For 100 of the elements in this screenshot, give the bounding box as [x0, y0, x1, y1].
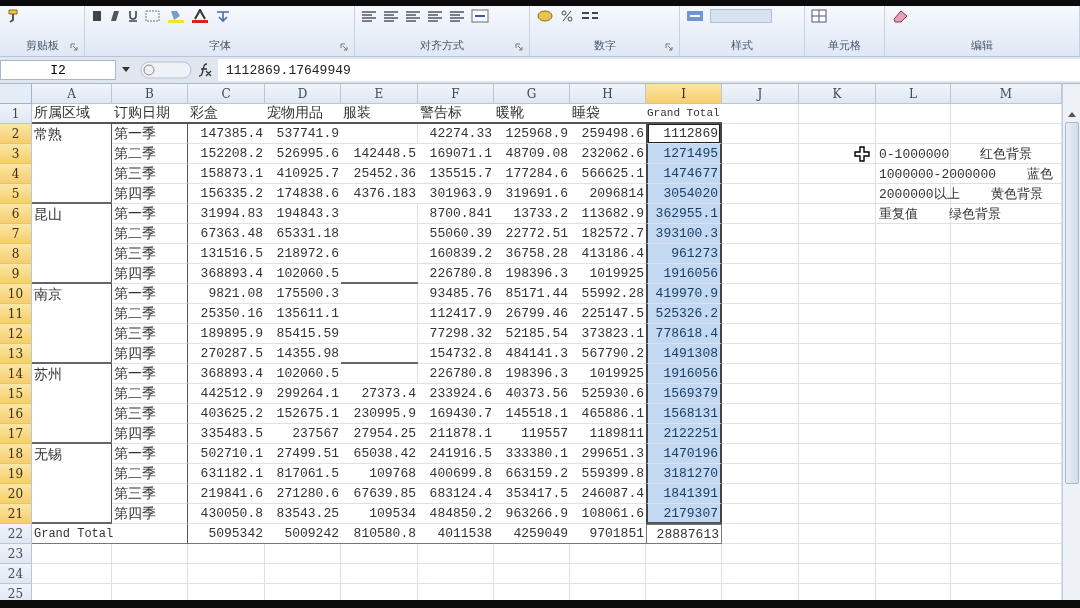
quarter-cell: 第二季	[112, 464, 188, 484]
dropdown-caret-icon[interactable]	[122, 67, 130, 73]
column-header[interactable]: F	[418, 84, 494, 104]
row-header[interactable]: 19	[0, 464, 32, 484]
scroll-up-icon[interactable]	[1066, 110, 1077, 118]
quarter-cell: 第四季	[112, 264, 188, 284]
column-header[interactable]: E	[341, 84, 418, 104]
row-header[interactable]: 15	[0, 384, 32, 404]
row-header[interactable]: 23	[0, 544, 32, 564]
scroll-thumb[interactable]	[1064, 122, 1079, 484]
column-header[interactable]: G	[494, 84, 570, 104]
row-header[interactable]: 10	[0, 284, 32, 304]
row-header[interactable]: 3	[0, 144, 32, 164]
table-cell: 108061.6	[570, 504, 646, 524]
total-cell[interactable]: 1569379	[646, 384, 722, 404]
column-header[interactable]: L	[876, 84, 951, 104]
align-icon[interactable]	[383, 10, 399, 22]
column-header[interactable]: H	[570, 84, 646, 104]
column-header[interactable]: J	[722, 84, 799, 104]
dialog-launcher-icon[interactable]	[515, 43, 523, 51]
column-header[interactable]: A	[32, 84, 112, 104]
row-header[interactable]: 14	[0, 364, 32, 384]
dialog-launcher-icon[interactable]	[665, 43, 673, 51]
row-header[interactable]: 12	[0, 324, 32, 344]
total-cell[interactable]: 1470196	[646, 444, 722, 464]
row-header[interactable]: 20	[0, 484, 32, 504]
column-header[interactable]: K	[799, 84, 876, 104]
total-cell[interactable]: 1474677	[646, 164, 722, 184]
row-header[interactable]: 2	[0, 124, 32, 144]
row-header[interactable]: 11	[0, 304, 32, 324]
row-header[interactable]: 9	[0, 264, 32, 284]
header-cell: 彩盒	[188, 104, 265, 124]
align-icon[interactable]	[427, 10, 443, 22]
formula-field[interactable]: 1112869.17649949	[218, 59, 1080, 81]
quarter-cell: 第一季	[112, 124, 188, 144]
total-cell[interactable]: 3054020	[646, 184, 722, 204]
vertical-scrollbar[interactable]	[1062, 84, 1080, 600]
row-header[interactable]: 7	[0, 224, 32, 244]
name-box[interactable]: I2	[0, 60, 116, 80]
total-cell[interactable]: 419970.9	[646, 284, 722, 304]
total-cell[interactable]: 525326.2	[646, 304, 722, 324]
row-header[interactable]: 16	[0, 404, 32, 424]
total-cell[interactable]: 1916056	[646, 264, 722, 284]
column-header[interactable]: D	[265, 84, 341, 104]
percent-icon[interactable]	[560, 9, 574, 23]
align-icon[interactable]	[361, 10, 377, 22]
align-icon[interactable]	[405, 10, 421, 22]
row-header[interactable]: 24	[0, 564, 32, 584]
table-cell: 1189811	[570, 424, 646, 444]
total-cell[interactable]: 961273	[646, 244, 722, 264]
column-header[interactable]: I	[646, 84, 722, 104]
border-icon[interactable]	[145, 10, 161, 22]
quarter-cell: 第三季	[112, 164, 188, 184]
row-header[interactable]: 4	[0, 164, 32, 184]
total-cell[interactable]: 3181270	[646, 464, 722, 484]
underline-button-icon[interactable]	[127, 10, 139, 22]
cell-styles-icon[interactable]	[686, 9, 704, 23]
row-header[interactable]: 1	[0, 104, 32, 124]
total-cell[interactable]: 1112869	[646, 124, 722, 144]
insert-function-icon[interactable]	[198, 63, 212, 77]
table-cell: 14355.98	[265, 344, 341, 364]
region-cell: 苏州	[32, 364, 112, 444]
font-color-icon[interactable]	[191, 9, 209, 23]
align-icon[interactable]	[449, 10, 465, 22]
table-cell: 484850.2	[418, 504, 494, 524]
row-header[interactable]: 25	[0, 584, 32, 600]
dialog-launcher-icon[interactable]	[70, 43, 78, 51]
total-cell[interactable]: 393100.3	[646, 224, 722, 244]
dialog-launcher-icon[interactable]	[340, 43, 348, 51]
column-header[interactable]: B	[112, 84, 188, 104]
row-header[interactable]: 6	[0, 204, 32, 224]
row-header[interactable]: 5	[0, 184, 32, 204]
quarter-cell: 第三季	[112, 404, 188, 424]
total-cell[interactable]: 2122251	[646, 424, 722, 444]
total-cell[interactable]: 1271495	[646, 144, 722, 164]
quarter-cell: 第三季	[112, 324, 188, 344]
total-cell[interactable]: 778618.4	[646, 324, 722, 344]
row-header[interactable]: 21	[0, 504, 32, 524]
header-cell: 睡袋	[570, 104, 646, 124]
total-cell[interactable]: 2179307	[646, 504, 722, 524]
total-cell[interactable]: 362955.1	[646, 204, 722, 224]
row-header[interactable]: 18	[0, 444, 32, 464]
total-cell[interactable]: 1568131	[646, 404, 722, 424]
column-header[interactable]: C	[188, 84, 265, 104]
merge-cells-icon[interactable]	[471, 9, 489, 23]
table-cell: 810580.8	[341, 524, 418, 544]
column-header[interactable]: M	[951, 84, 1062, 104]
region-cell: 常熟	[32, 124, 112, 204]
row-header[interactable]: 13	[0, 344, 32, 364]
row-header[interactable]: 8	[0, 244, 32, 264]
region-cell: 南京	[32, 284, 112, 364]
phonetic-icon[interactable]	[215, 9, 231, 23]
row-header[interactable]: 22	[0, 524, 32, 544]
currency-icon[interactable]	[536, 9, 554, 23]
row-header[interactable]: 17	[0, 424, 32, 444]
total-cell[interactable]: 1491308	[646, 344, 722, 364]
total-cell[interactable]: 1841391	[646, 484, 722, 504]
fill-color-icon[interactable]	[167, 9, 185, 23]
total-cell[interactable]: 1916056	[646, 364, 722, 384]
note-text: 1000000-2000000 蓝色	[878, 166, 1055, 184]
